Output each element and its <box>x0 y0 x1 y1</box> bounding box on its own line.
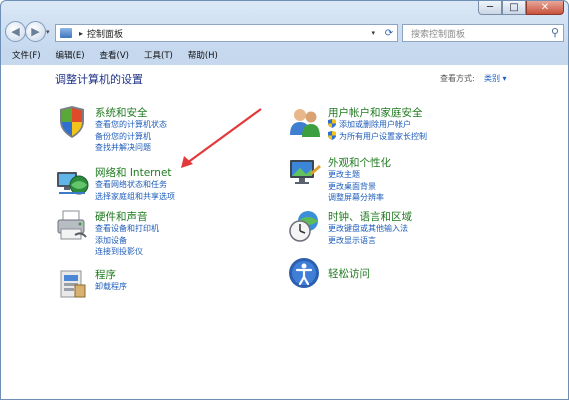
annotation-arrow-head <box>181 156 193 168</box>
control-panel-window: ─ □ ✕ ◀ ▶ ▾ ▸ 控制面板 ▾ ⟳ 搜索控制面板 ⚲ 文件(F) 编辑… <box>0 0 569 400</box>
annotation-arrow <box>181 108 262 168</box>
annotation-arrow-shaft <box>186 108 262 164</box>
